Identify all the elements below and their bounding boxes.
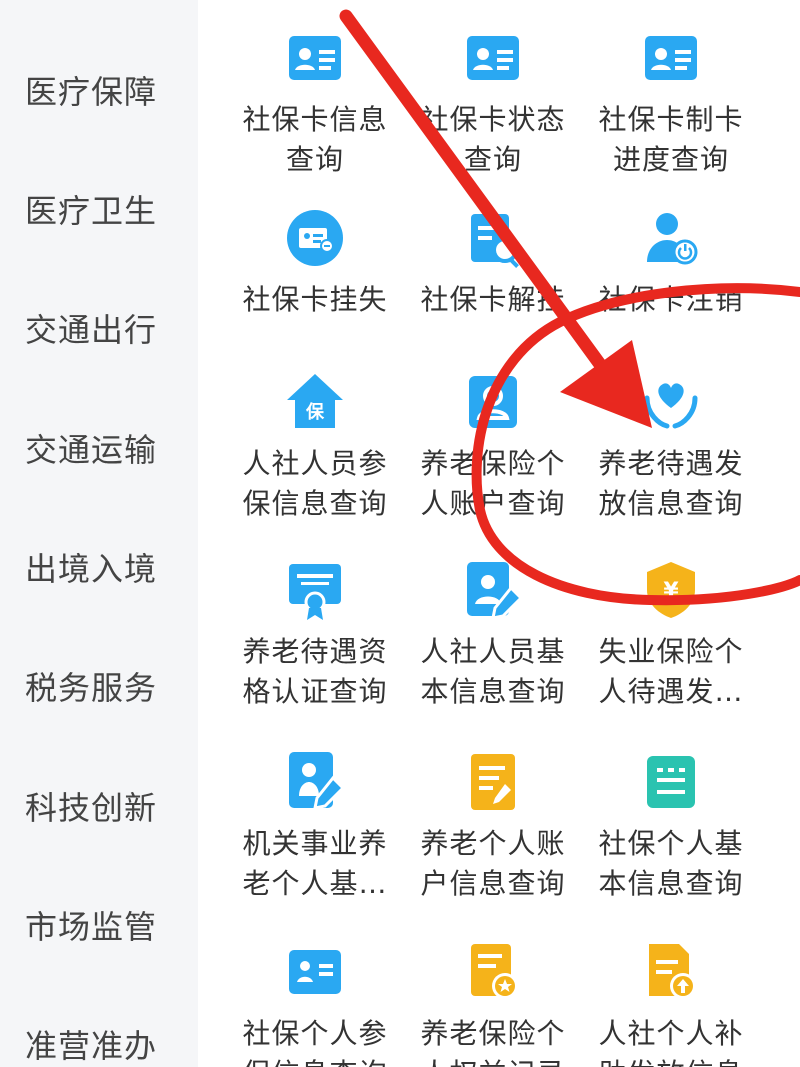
svg-text:保: 保 <box>305 401 325 423</box>
person-card-icon <box>461 370 525 434</box>
service-card-pension-account-info[interactable]: 养老个人账 户信息查询 <box>404 750 582 930</box>
service-card-ss-card-report-loss[interactable]: 社保卡挂失 <box>226 206 404 386</box>
service-card-ss-card-info[interactable]: 社保卡信息 查询 <box>226 26 404 206</box>
sidebar-item-label: 医疗保障 <box>24 73 157 111</box>
service-label: 人社人员参 保信息查询 <box>242 447 388 520</box>
service-card-pension-payment[interactable]: 养老待遇发 放信息查询 <box>582 370 760 550</box>
service-card-ss-card-progress[interactable]: 社保卡制卡 进度查询 <box>582 26 760 206</box>
app-screen: 医疗保障 医疗卫生 交通出行 交通运输 出境入境 税务服务 科技创新 市场监管 … <box>0 0 800 1067</box>
sidebar-item-label: 出境入境 <box>24 550 157 588</box>
service-card-ss-card-cancel[interactable]: 社保卡注销 <box>582 206 760 386</box>
yen-shield-icon: ¥ <box>639 558 703 622</box>
service-card-institution-pension[interactable]: 机关事业养 老个人基… <box>226 750 404 930</box>
service-label: 养老待遇发 放信息查询 <box>598 447 744 520</box>
service-card-pension-account[interactable]: 养老保险个 人账户查询 <box>404 370 582 550</box>
service-card-ss-insured-info[interactable]: 社保个人参 保信息查询 <box>226 940 404 1067</box>
person-edit-icon <box>461 558 525 622</box>
service-label: 养老保险个 人账户查询 <box>420 447 566 520</box>
service-label: 机关事业养 老个人基… <box>242 827 388 900</box>
service-label: 社保卡注销 <box>598 283 744 316</box>
service-label: 社保个人基 本信息查询 <box>598 827 744 900</box>
document-star-icon <box>461 940 525 1004</box>
sidebar-item-permit[interactable]: 准营准办 <box>0 1014 198 1067</box>
list-card-icon <box>639 750 703 814</box>
sidebar-item-medical-insurance[interactable]: 医疗保障 <box>0 60 198 120</box>
sidebar-item-technology[interactable]: 科技创新 <box>0 776 198 836</box>
sidebar-item-label: 税务服务 <box>24 669 157 707</box>
service-card-pension-rights[interactable]: 养老保险个 人权益记录 <box>404 940 582 1067</box>
service-card-hr-subsidy[interactable]: 人社个人补 助发放信息 <box>582 940 760 1067</box>
sidebar-item-health[interactable]: 医疗卫生 <box>0 179 198 239</box>
service-card-ss-basic-info[interactable]: 社保个人基 本信息查询 <box>582 750 760 930</box>
service-label: 养老待遇资 格认证查询 <box>242 635 388 708</box>
hands-heart-icon <box>639 370 703 434</box>
sidebar-item-label: 准营准办 <box>24 1027 157 1065</box>
document-edit-icon <box>461 750 525 814</box>
card-lock-icon <box>283 206 347 270</box>
house-bao-icon: 保 <box>283 370 347 434</box>
service-label: 社保卡制卡 进度查询 <box>598 103 744 176</box>
sidebar-item-label: 科技创新 <box>24 789 157 827</box>
service-label: 社保个人参 保信息查询 <box>242 1017 388 1067</box>
service-grid: 社保卡信息 查询 社保卡状态 查询 社保卡制卡 进度查询 社保卡挂失 社保卡解挂… <box>198 0 800 1067</box>
service-card-ss-card-unlock[interactable]: 社保卡解挂 <box>404 206 582 386</box>
service-label: 社保卡挂失 <box>242 283 388 316</box>
sidebar-item-label: 交通出行 <box>24 311 157 349</box>
sidebar-item-label: 医疗卫生 <box>24 192 157 230</box>
sidebar-item-exit-entry[interactable]: 出境入境 <box>0 537 198 597</box>
service-label: 社保卡信息 查询 <box>242 103 388 176</box>
elder-edit-icon <box>283 750 347 814</box>
service-label: 人社个人补 助发放信息 <box>598 1017 744 1067</box>
id-card-icon <box>461 26 525 90</box>
sidebar-item-transport[interactable]: 交通运输 <box>0 418 198 478</box>
category-sidebar: 医疗保障 医疗卫生 交通出行 交通运输 出境入境 税务服务 科技创新 市场监管 … <box>0 0 198 1067</box>
certificate-icon <box>283 558 347 622</box>
service-label: 养老保险个 人权益记录 <box>420 1017 566 1067</box>
service-label: 养老个人账 户信息查询 <box>420 827 566 900</box>
profile-list-icon <box>283 940 347 1004</box>
sidebar-item-tax[interactable]: 税务服务 <box>0 656 198 716</box>
sidebar-item-label: 市场监管 <box>24 908 157 946</box>
service-card-ss-card-status[interactable]: 社保卡状态 查询 <box>404 26 582 206</box>
service-card-pension-qualification[interactable]: 养老待遇资 格认证查询 <box>226 558 404 738</box>
svg-text:¥: ¥ <box>663 579 679 604</box>
service-label: 失业保险个 人待遇发… <box>598 635 744 708</box>
sidebar-item-traffic[interactable]: 交通出行 <box>0 298 198 358</box>
person-power-icon <box>639 206 703 270</box>
sidebar-item-label: 交通运输 <box>24 431 157 469</box>
service-label: 社保卡状态 查询 <box>420 103 566 176</box>
service-card-hr-insured-info[interactable]: 保 人社人员参 保信息查询 <box>226 370 404 550</box>
service-card-hr-basic-info[interactable]: 人社人员基 本信息查询 <box>404 558 582 738</box>
service-card-unemployment-benefit[interactable]: ¥ 失业保险个 人待遇发… <box>582 558 760 738</box>
service-label: 人社人员基 本信息查询 <box>420 635 566 708</box>
id-card-icon <box>639 26 703 90</box>
id-card-icon <box>283 26 347 90</box>
document-upload-icon <box>639 940 703 1004</box>
card-search-icon <box>461 206 525 270</box>
sidebar-item-market[interactable]: 市场监管 <box>0 895 198 955</box>
service-label: 社保卡解挂 <box>420 283 566 316</box>
